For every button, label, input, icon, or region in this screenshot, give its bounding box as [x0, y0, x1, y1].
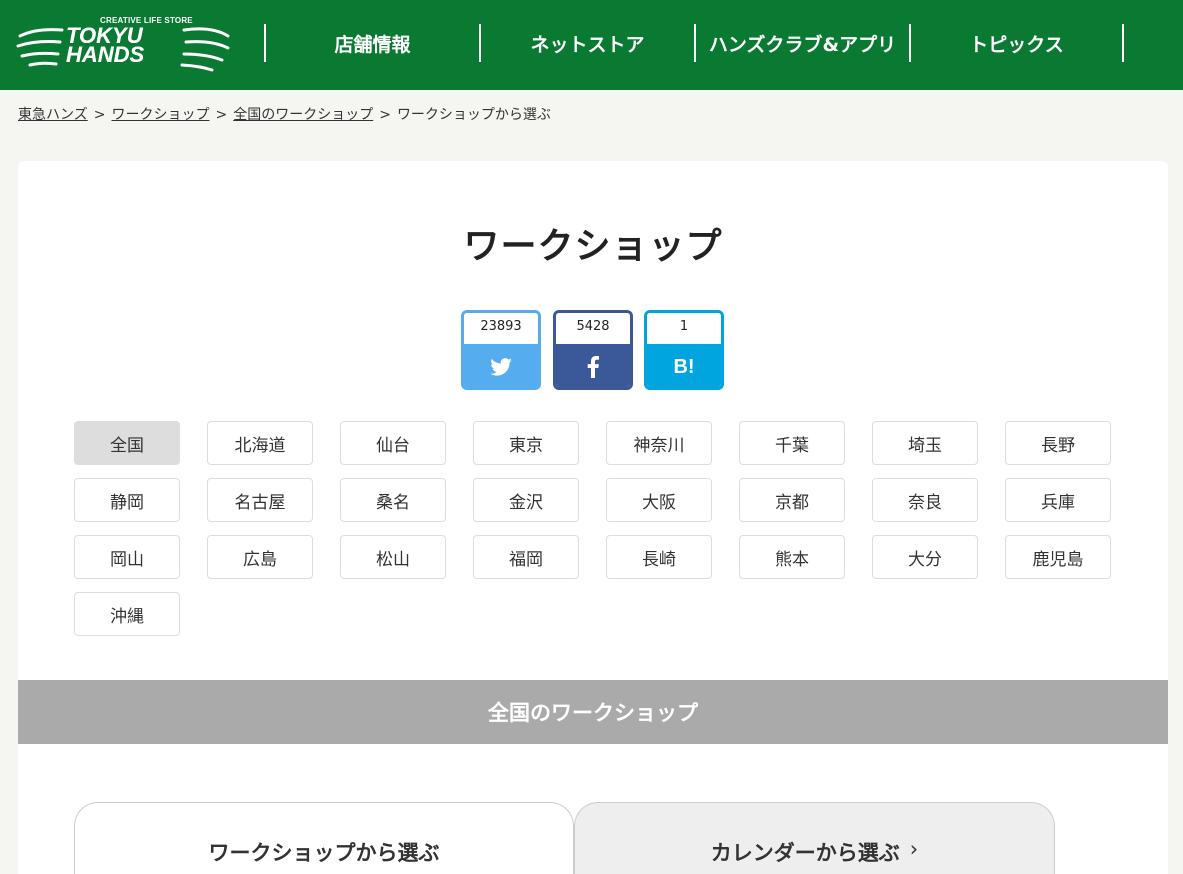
nav-store-info[interactable]: 店舗情報: [264, 24, 479, 62]
nav-topics[interactable]: トピックス: [909, 24, 1124, 62]
region-button[interactable]: 京都: [739, 478, 845, 522]
region-button[interactable]: 兵庫: [1005, 478, 1111, 522]
region-button-active[interactable]: 全国: [74, 421, 180, 465]
region-button[interactable]: 名古屋: [207, 478, 313, 522]
tab-select-by-calendar[interactable]: カレンダーから選ぶ ›: [574, 802, 1055, 874]
tab-label: カレンダーから選ぶ: [710, 841, 900, 865]
site-header: CREATIVE LIFE STORE TOKYU HANDS 店舗情報 ネット…: [0, 0, 1183, 90]
nav-hands-club-app[interactable]: ハンズクラブ&アプリ: [694, 24, 909, 62]
section-title: 全国のワークショップ: [18, 680, 1168, 744]
content-card: ワークショップ 23893 5428 1 B! 全国 北海道 仙台 東京 神奈川 千葉 埼玉…: [18, 161, 1168, 874]
region-button[interactable]: 奈良: [872, 478, 978, 522]
tab-select-by-workshop[interactable]: ワークショップから選ぶ: [74, 802, 574, 874]
region-button[interactable]: 東京: [473, 421, 579, 465]
hatena-bookmark-icon: B!: [647, 344, 721, 387]
region-button[interactable]: 北海道: [207, 421, 313, 465]
hatena-share-count: 1: [647, 313, 721, 344]
region-button[interactable]: 沖縄: [74, 592, 180, 636]
breadcrumb-all-workshops[interactable]: 全国のワークショップ: [233, 107, 373, 123]
breadcrumb-separator: >: [215, 107, 228, 123]
twitter-bird-icon: [464, 344, 538, 387]
region-button[interactable]: 福岡: [473, 535, 579, 579]
region-button[interactable]: 長野: [1005, 421, 1111, 465]
tokyu-hands-logo[interactable]: CREATIVE LIFE STORE TOKYU HANDS: [16, 14, 231, 76]
region-button[interactable]: 大阪: [606, 478, 712, 522]
region-button[interactable]: 千葉: [739, 421, 845, 465]
breadcrumb-workshop[interactable]: ワークショップ: [111, 107, 209, 123]
nav-net-store[interactable]: ネットストア: [479, 24, 694, 62]
facebook-share-count: 5428: [556, 313, 630, 344]
hatena-bookmark-button[interactable]: 1 B!: [644, 310, 724, 390]
tab-label: ワークショップから選ぶ: [208, 841, 440, 865]
chevron-right-icon: ›: [909, 837, 919, 861]
region-button[interactable]: 埼玉: [872, 421, 978, 465]
region-button[interactable]: 岡山: [74, 535, 180, 579]
breadcrumb-separator: >: [93, 107, 106, 123]
breadcrumb: 東急ハンズ > ワークショップ > 全国のワークショップ > ワークショップから選ぶ: [18, 104, 551, 124]
region-button[interactable]: 静岡: [74, 478, 180, 522]
region-button[interactable]: 広島: [207, 535, 313, 579]
facebook-f-icon: [556, 344, 630, 387]
region-button[interactable]: 長崎: [606, 535, 712, 579]
region-button[interactable]: 金沢: [473, 478, 579, 522]
logo-text: TOKYU HANDS: [66, 23, 145, 67]
twitter-share-count: 23893: [464, 313, 538, 344]
breadcrumb-current: ワークショップから選ぶ: [396, 107, 551, 123]
breadcrumb-separator: >: [379, 107, 391, 123]
region-button[interactable]: 大分: [872, 535, 978, 579]
main-nav: 店舗情報 ネットストア ハンズクラブ&アプリ トピックス: [264, 24, 1124, 62]
region-button[interactable]: 神奈川: [606, 421, 712, 465]
twitter-share-button[interactable]: 23893: [461, 310, 541, 390]
facebook-share-button[interactable]: 5428: [553, 310, 633, 390]
region-button[interactable]: 鹿児島: [1005, 535, 1111, 579]
region-button[interactable]: 松山: [340, 535, 446, 579]
page-title: ワークショップ: [463, 226, 723, 267]
breadcrumb-home[interactable]: 東急ハンズ: [18, 107, 88, 123]
region-button[interactable]: 桑名: [340, 478, 446, 522]
region-button[interactable]: 熊本: [739, 535, 845, 579]
region-button[interactable]: 仙台: [340, 421, 446, 465]
